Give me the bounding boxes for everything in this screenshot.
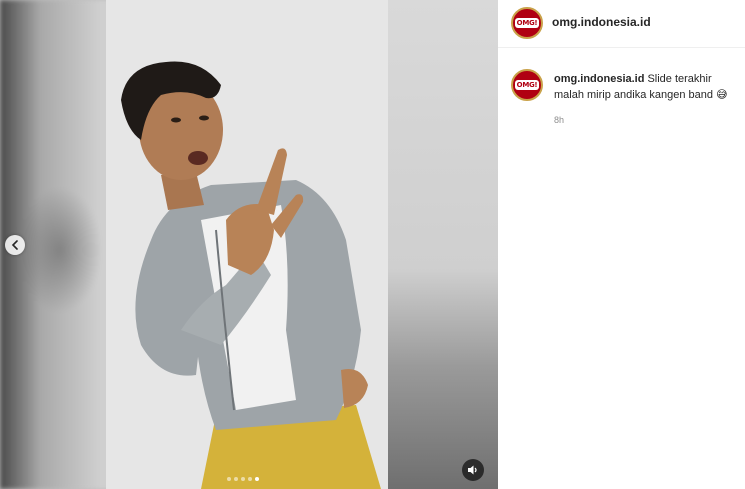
author-username[interactable]: omg.indonesia.id [552,15,651,29]
video-still-image [106,0,388,489]
carousel-dot [241,477,245,481]
speaker-muted-icon [468,465,477,475]
post-timestamp[interactable]: 8h [554,115,564,125]
post-side-panel: OMG! omg.indonesia.id OMG! omg.indonesia… [498,0,745,489]
chevron-left-icon [11,240,18,250]
caption-text: omg.indonesia.id Slide terakhir malah mir… [554,72,744,103]
carousel-dot-active [255,477,259,481]
carousel-previous-button[interactable] [5,235,25,255]
avatar-logo: OMG! [514,80,540,90]
caption-emoji: 😅 [716,88,728,101]
carousel-indicator [227,477,259,481]
carousel-dot [234,477,238,481]
carousel-dot [248,477,252,481]
video-frame[interactable] [106,0,388,489]
carousel-dot [227,477,231,481]
caption-username[interactable]: omg.indonesia.id [554,73,644,85]
avatar-logo: OMG! [514,18,540,28]
avatar[interactable]: OMG! [511,69,543,101]
audio-toggle-button[interactable] [462,459,484,481]
post-header: OMG! omg.indonesia.id [498,0,745,48]
media-blurred-background-right [388,0,498,489]
post-media[interactable] [0,0,498,489]
avatar[interactable]: OMG! [511,7,543,39]
